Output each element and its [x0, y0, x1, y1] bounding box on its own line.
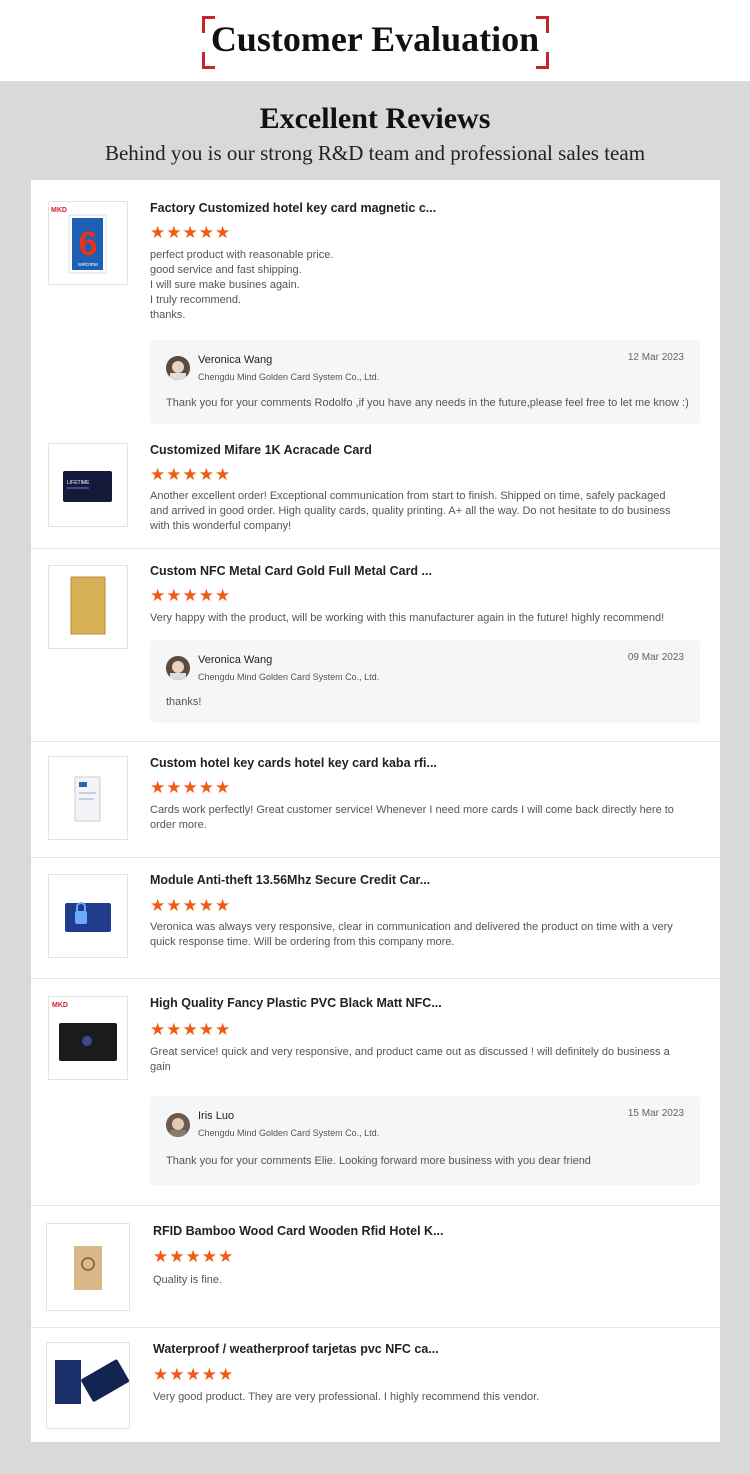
review-text: Cards work perfectly! Great customer ser… — [150, 804, 674, 831]
product-thumbnail[interactable] — [46, 1342, 130, 1429]
brand-badge: MKD — [52, 1002, 68, 1009]
review-item: Waterproof / weatherproof tarjetas pvc N… — [31, 1327, 720, 1442]
review-item: Custom NFC Metal Card Gold Full Metal Ca… — [31, 548, 720, 741]
review-text: Great service! quick and very responsive… — [150, 1046, 670, 1073]
reply-date: 12 Mar 2023 — [627, 352, 684, 363]
review-item: MKD 6 welcome Factory Customized hotel k… — [31, 180, 720, 440]
product-thumbnail[interactable] — [48, 756, 128, 840]
star-rating: ★★★★★ — [153, 1247, 235, 1266]
product-title[interactable]: Custom hotel key cards hotel key card ka… — [150, 756, 437, 770]
star-rating: ★★★★★ — [150, 465, 232, 484]
reply-company: Chengdu Mind Golden Card System Co., Ltd… — [198, 372, 380, 382]
review-text: Very good product. They are very profess… — [153, 1391, 540, 1403]
product-title[interactable]: Custom NFC Metal Card Gold Full Metal Ca… — [150, 564, 432, 578]
review-text: perfect product with reasonable price. g… — [150, 249, 334, 321]
review-item: RFID Bamboo Wood Card Wooden Rfid Hotel … — [31, 1205, 720, 1327]
product-thumbnail[interactable] — [46, 1223, 130, 1311]
star-rating: ★★★★★ — [150, 778, 232, 797]
reply-date: 09 Mar 2023 — [627, 652, 684, 663]
reply-author: Veronica Wang — [198, 654, 273, 666]
reply-text: Thank you for your comments Elie. Lookin… — [166, 1155, 591, 1167]
product-title[interactable]: RFID Bamboo Wood Card Wooden Rfid Hotel … — [153, 1224, 444, 1238]
review-text: Very happy with the product, will be wor… — [150, 612, 665, 624]
header-bar: Customer Evaluation — [0, 0, 750, 81]
reviews-panel: MKD 6 welcome Factory Customized hotel k… — [31, 180, 720, 1442]
page-title: Customer Evaluation — [210, 19, 540, 59]
brand-badge: MKD — [51, 207, 67, 214]
reply-author: Iris Luo — [198, 1110, 235, 1122]
reply-author: Veronica Wang — [198, 354, 273, 366]
review-text: Quality is fine. — [153, 1274, 223, 1286]
product-thumbnail[interactable]: LIFETIME — [48, 443, 128, 527]
star-rating: ★★★★★ — [150, 223, 232, 242]
seller-reply: Veronica Wang Chengdu Mind Golden Card S… — [150, 640, 700, 723]
product-thumbnail[interactable] — [48, 874, 128, 958]
seller-reply: Iris Luo Chengdu Mind Golden Card System… — [150, 1096, 700, 1185]
product-title[interactable]: Module Anti-theft 13.56Mhz Secure Credit… — [150, 873, 430, 887]
review-item: Custom hotel key cards hotel key card ka… — [31, 741, 720, 857]
avatar — [166, 356, 190, 380]
section-heading: Excellent Reviews — [259, 102, 491, 135]
card-word: welcome — [78, 262, 98, 268]
review-text: Another excellent order! Exceptional com… — [150, 490, 671, 532]
seller-reply: Veronica Wang Chengdu Mind Golden Card S… — [150, 340, 700, 424]
product-title[interactable]: Customized Mifare 1K Acracade Card — [150, 443, 372, 457]
avatar — [166, 656, 190, 680]
card-word: LIFETIME — [67, 480, 90, 486]
review-item: MKD High Quality Fancy Plastic PVC Black… — [31, 978, 720, 1205]
star-rating: ★★★★★ — [150, 586, 232, 605]
review-item: Module Anti-theft 13.56Mhz Secure Credit… — [31, 857, 720, 978]
product-thumbnail[interactable] — [48, 565, 128, 649]
reply-company: Chengdu Mind Golden Card System Co., Ltd… — [198, 1128, 380, 1138]
star-rating: ★★★★★ — [150, 1020, 232, 1039]
product-title[interactable]: Waterproof / weatherproof tarjetas pvc N… — [153, 1342, 439, 1356]
reply-company: Chengdu Mind Golden Card System Co., Ltd… — [198, 672, 380, 682]
reply-date: 15 Mar 2023 — [627, 1108, 684, 1119]
star-rating: ★★★★★ — [150, 896, 232, 915]
review-text: Veronica was always very responsive, cle… — [150, 921, 673, 948]
hotel-number: 6 — [79, 225, 98, 263]
reply-text: thanks! — [166, 696, 202, 708]
product-thumbnail[interactable]: MKD — [48, 996, 128, 1080]
product-title[interactable]: High Quality Fancy Plastic PVC Black Mat… — [150, 996, 442, 1010]
avatar — [166, 1113, 190, 1137]
product-thumbnail[interactable]: MKD 6 welcome — [48, 201, 128, 285]
reply-text: Thank you for your comments Rodolfo ,if … — [166, 397, 689, 409]
section-subheading: Behind you is our strong R&D team and pr… — [104, 141, 646, 165]
star-rating: ★★★★★ — [153, 1365, 235, 1384]
product-title[interactable]: Factory Customized hotel key card magnet… — [150, 201, 436, 215]
review-item: LIFETIME Customized Mifare 1K Acracade C… — [31, 440, 720, 548]
